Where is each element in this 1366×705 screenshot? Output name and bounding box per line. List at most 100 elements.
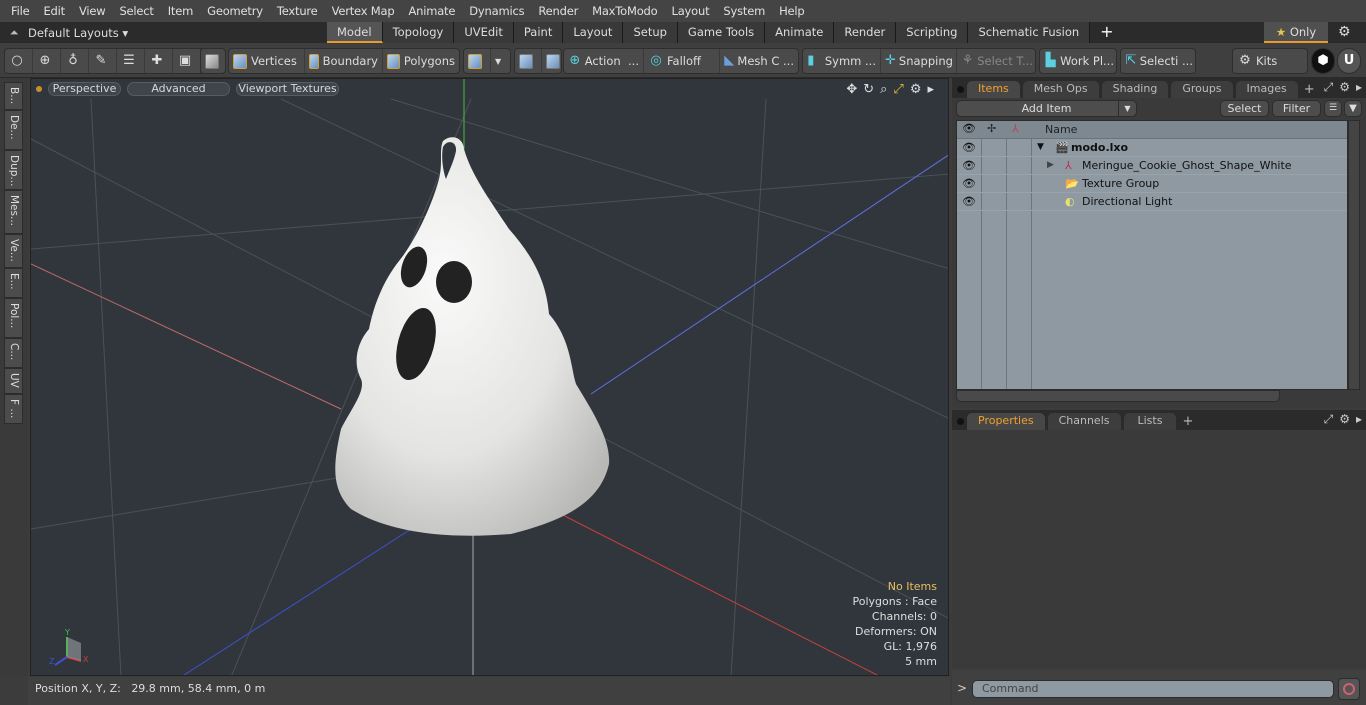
perspective-button[interactable]: Perspective <box>48 82 121 96</box>
left-tab-uv[interactable]: UV <box>4 368 23 394</box>
tab-channels[interactable]: Channels <box>1047 413 1121 430</box>
zoom-icon[interactable]: ⌕ <box>880 82 887 97</box>
tab-properties[interactable]: Properties <box>967 413 1045 430</box>
tab-model[interactable]: Model <box>327 22 383 43</box>
work-plane-button[interactable]: ▙ Work Pl... <box>1040 49 1116 73</box>
tab-animate[interactable]: Animate <box>765 22 835 43</box>
menu-select[interactable]: Select <box>112 4 160 18</box>
filter-button[interactable]: Filter <box>1272 100 1321 117</box>
tree-horizontal-scrollbar[interactable] <box>956 390 1280 402</box>
add-panel-tab-button[interactable]: + <box>1304 82 1315 98</box>
move-icon[interactable]: ✥ <box>846 82 857 97</box>
add-item-button[interactable]: Add Item ▼ <box>956 100 1137 117</box>
menu-view[interactable]: View <box>72 4 113 18</box>
left-tab-deform[interactable]: De... <box>4 110 23 150</box>
play-arrow-icon[interactable]: ▸ <box>1356 80 1362 95</box>
play-arrow-icon[interactable]: ▸ <box>1356 412 1362 427</box>
panel-menu-dot[interactable] <box>957 418 964 425</box>
list-options-button[interactable]: ☰ <box>1324 100 1342 117</box>
name-header[interactable]: Name <box>1045 123 1077 136</box>
add-panel-tab-button[interactable]: + <box>1182 414 1193 430</box>
layout-dropdown[interactable]: Default Layouts ▾ <box>28 26 318 40</box>
only-toggle[interactable]: ★ Only <box>1264 22 1328 43</box>
selection-sets-button[interactable]: ⇱ Selecti ... <box>1121 49 1195 73</box>
gear-icon[interactable]: ⚙ <box>910 82 922 97</box>
play-arrow-icon[interactable]: ▸ <box>927 82 934 97</box>
pen-button[interactable]: ♁ <box>61 49 89 73</box>
gear-icon[interactable]: ⚙ <box>1339 412 1350 427</box>
tab-topology[interactable]: Topology <box>382 22 455 43</box>
tab-groups[interactable]: Groups <box>1171 81 1233 98</box>
left-tab-fusion[interactable]: F ... <box>4 394 23 424</box>
rotate-icon[interactable]: ↻ <box>863 82 874 97</box>
collapse-up-icon[interactable]: ⏶ <box>0 26 28 40</box>
tab-mesh-ops[interactable]: Mesh Ops <box>1022 81 1099 98</box>
item-mode-button[interactable] <box>201 49 225 73</box>
gear-icon[interactable]: ⚙ <box>1338 24 1351 40</box>
falloff-button[interactable]: ◎ Falloff <box>644 49 720 73</box>
menu-help[interactable]: Help <box>772 4 811 18</box>
menu-vertex-map[interactable]: Vertex Map <box>325 4 402 18</box>
tab-setup[interactable]: Setup <box>623 22 678 43</box>
menu-maxtomodo[interactable]: MaxToModo <box>585 4 664 18</box>
tree-vertical-scrollbar[interactable] <box>1348 120 1360 390</box>
menu-dynamics[interactable]: Dynamics <box>462 4 531 18</box>
expand-arrow-icon[interactable]: ▼ <box>1037 142 1044 152</box>
visibility-eye-icon[interactable]: 👁 <box>962 195 976 208</box>
tree-row[interactable]: 👁 ▼ 🎬 modo.lxo <box>957 139 1347 157</box>
menu-edit[interactable]: Edit <box>36 4 71 18</box>
polygons-button[interactable]: Polygons <box>383 49 459 73</box>
lasso-button[interactable]: ✎ <box>89 49 117 73</box>
viewport-menu-dot[interactable] <box>36 86 42 92</box>
pivot-toggle-button[interactable] <box>515 49 542 73</box>
left-tab-duplicate[interactable]: Dup... <box>4 150 23 190</box>
tab-render[interactable]: Render <box>834 22 897 43</box>
visibility-eye-icon[interactable]: 👁 <box>962 141 976 154</box>
tab-shading[interactable]: Shading <box>1101 81 1169 98</box>
boundary-button[interactable]: Boundary <box>305 49 383 73</box>
left-tab-mesh-edit[interactable]: Mes... <box>4 190 23 234</box>
tab-lists[interactable]: Lists <box>1123 413 1177 430</box>
material-mode-button[interactable] <box>464 49 491 73</box>
advanced-button[interactable]: Advanced <box>127 82 230 96</box>
square-button[interactable]: ▣ <box>173 49 201 73</box>
menu-item[interactable]: Item <box>161 4 200 18</box>
left-tab-polygon[interactable]: Pol... <box>4 298 23 338</box>
symmetry-button[interactable]: ▮ Symm ... <box>803 49 881 73</box>
snapping-button[interactable]: ✛ Snapping <box>881 49 957 73</box>
viewport-textures-button[interactable]: Viewport Textures <box>236 82 339 96</box>
tab-uvedit[interactable]: UVEdit <box>454 22 514 43</box>
vertices-button[interactable]: Vertices <box>229 49 305 73</box>
expand-arrow-icon[interactable]: ▶ <box>1047 160 1054 170</box>
add-tab-button[interactable]: + <box>1090 22 1123 43</box>
funnel-button[interactable]: ▼ <box>1344 100 1362 117</box>
tab-scripting[interactable]: Scripting <box>896 22 969 43</box>
unreal-button[interactable]: U <box>1337 48 1361 74</box>
locator-icon[interactable]: ⅄ <box>1012 122 1019 135</box>
visibility-eye-icon[interactable]: 👁 <box>962 159 976 172</box>
sphere-button[interactable]: ⊕ <box>33 49 61 73</box>
menu-file[interactable]: File <box>4 4 36 18</box>
tab-game-tools[interactable]: Game Tools <box>677 22 766 43</box>
3d-viewport[interactable]: Y X Z Perspective Advanced Viewport Text… <box>30 78 949 676</box>
left-tab-curve[interactable]: C... <box>4 338 23 368</box>
menu-animate[interactable]: Animate <box>401 4 462 18</box>
select-button[interactable]: Select <box>1220 100 1269 117</box>
action-center-button[interactable]: ⊕ Action ... <box>564 49 644 73</box>
circle-select-button[interactable]: ○ <box>5 49 33 73</box>
menu-texture[interactable]: Texture <box>270 4 325 18</box>
gear-icon[interactable]: ⚙ <box>1339 80 1350 95</box>
left-tab-basic[interactable]: B... <box>4 82 23 110</box>
tab-layout[interactable]: Layout <box>563 22 624 43</box>
maximize-icon[interactable]: ⤢ <box>893 82 903 97</box>
tree-row[interactable]: 👁 📂 Texture Group <box>957 175 1347 193</box>
cross-button[interactable]: ✚ <box>145 49 173 73</box>
left-tab-edge[interactable]: E... <box>4 268 23 298</box>
left-tab-vertex[interactable]: Ve... <box>4 234 23 268</box>
mesh-constraint-button[interactable]: ◣ Mesh C ... <box>720 49 798 73</box>
tree-row[interactable]: 👁 ◐ Directional Light <box>957 193 1347 211</box>
chevron-down-icon[interactable]: ▼ <box>1118 101 1136 116</box>
expand-icon[interactable]: ⤢ <box>1324 80 1334 95</box>
center-toggle-button[interactable] <box>542 49 561 73</box>
kits-button[interactable]: ⚙ Kits <box>1233 49 1307 73</box>
